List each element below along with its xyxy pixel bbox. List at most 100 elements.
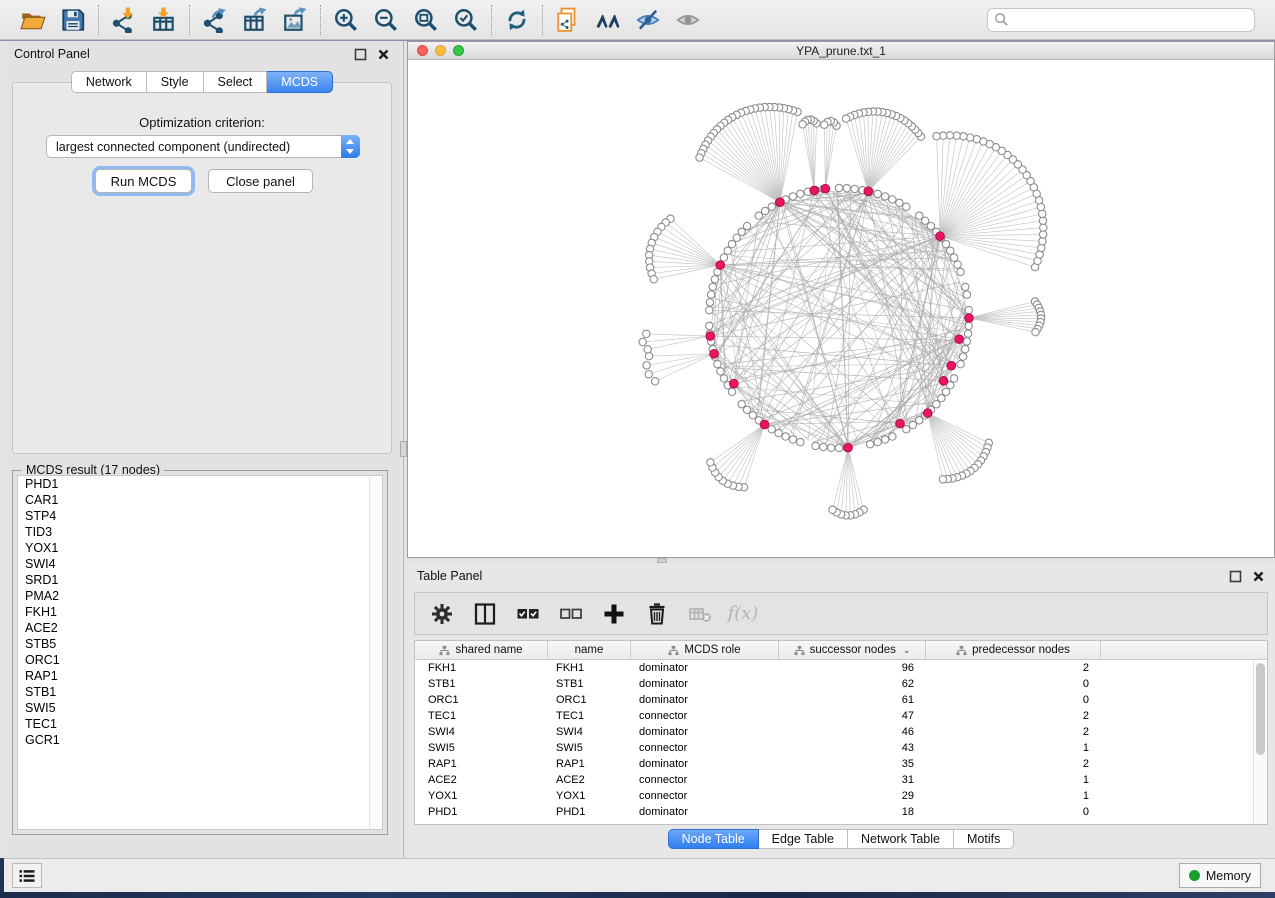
mcds-result-item[interactable]: GCR1 bbox=[18, 732, 382, 748]
mcds-hub-node[interactable] bbox=[864, 187, 873, 196]
ring-node[interactable] bbox=[954, 261, 961, 268]
ring-node[interactable] bbox=[728, 388, 735, 395]
ring-node[interactable] bbox=[964, 330, 971, 337]
mcds-result-item[interactable]: TID3 bbox=[18, 524, 382, 540]
mcds-hub-node[interactable] bbox=[760, 420, 769, 429]
ring-node[interactable] bbox=[717, 368, 724, 375]
ring-node[interactable] bbox=[957, 268, 964, 275]
ring-node[interactable] bbox=[797, 438, 804, 445]
leaf-node[interactable] bbox=[1039, 231, 1046, 238]
ring-node[interactable] bbox=[874, 438, 881, 445]
ring-node[interactable] bbox=[768, 426, 775, 433]
ring-node[interactable] bbox=[915, 417, 922, 424]
leaf-node[interactable] bbox=[829, 506, 836, 513]
ring-node[interactable] bbox=[950, 254, 957, 261]
mcds-result-item[interactable]: ORC1 bbox=[18, 652, 382, 668]
mcds-hub-node[interactable] bbox=[965, 314, 974, 323]
mcds-hub-node[interactable] bbox=[896, 419, 905, 428]
ring-node[interactable] bbox=[881, 193, 888, 200]
ring-node[interactable] bbox=[881, 436, 888, 443]
leaf-node[interactable] bbox=[1038, 210, 1045, 217]
leaf-node[interactable] bbox=[639, 338, 646, 345]
column-header-name[interactable]: name bbox=[548, 641, 631, 659]
mcds-hub-node[interactable] bbox=[955, 335, 964, 344]
ring-node[interactable] bbox=[965, 322, 972, 329]
optimization-criterion-select[interactable]: largest connected component (undirected) bbox=[46, 135, 360, 158]
mcds-result-item[interactable]: SWI5 bbox=[18, 700, 382, 716]
leaf-node[interactable] bbox=[644, 346, 651, 353]
column-header-successor-nodes[interactable]: successor nodes⌄ bbox=[779, 641, 926, 659]
close-panel-button[interactable]: Close panel bbox=[208, 169, 313, 193]
table-row[interactable]: SWI4SWI4dominator462 bbox=[415, 724, 1267, 740]
ring-node[interactable] bbox=[947, 247, 954, 254]
ring-node[interactable] bbox=[827, 444, 834, 451]
mcds-hub-node[interactable] bbox=[844, 443, 853, 452]
mcds-result-item[interactable]: TEC1 bbox=[18, 716, 382, 732]
mcds-result-item[interactable]: RAP1 bbox=[18, 668, 382, 684]
mcds-result-item[interactable]: PHD1 bbox=[18, 476, 382, 492]
mcds-hub-node[interactable] bbox=[776, 198, 785, 207]
leaf-node[interactable] bbox=[696, 154, 703, 161]
mcds-result-item[interactable]: FKH1 bbox=[18, 604, 382, 620]
unselect-all-button[interactable] bbox=[558, 601, 584, 627]
mcds-result-item[interactable]: STB1 bbox=[18, 684, 382, 700]
leaf-node[interactable] bbox=[842, 115, 849, 122]
leaf-node[interactable] bbox=[799, 121, 806, 128]
close-panel-icon[interactable] bbox=[377, 48, 390, 61]
memory-button[interactable]: Memory bbox=[1179, 863, 1261, 888]
leaf-node[interactable] bbox=[821, 121, 828, 128]
leaf-node[interactable] bbox=[643, 330, 650, 337]
ring-node[interactable] bbox=[889, 433, 896, 440]
mcds-result-item[interactable]: PMA2 bbox=[18, 588, 382, 604]
column-header-shared-name[interactable]: shared name bbox=[415, 641, 548, 659]
column-header-predecessor-nodes[interactable]: predecessor nodes bbox=[926, 641, 1101, 659]
scrollbar-thumb[interactable] bbox=[1256, 663, 1265, 755]
ring-node[interactable] bbox=[962, 345, 969, 352]
open-session-button[interactable] bbox=[18, 5, 48, 35]
leaf-node[interactable] bbox=[1032, 328, 1039, 335]
table-row[interactable]: FKH1FKH1dominator962 bbox=[415, 660, 1267, 676]
add-button[interactable] bbox=[601, 601, 627, 627]
export-table-button[interactable] bbox=[240, 5, 270, 35]
tab-edge-table[interactable]: Edge Table bbox=[759, 829, 848, 849]
settings-button[interactable] bbox=[429, 601, 455, 627]
mcds-hub-node[interactable] bbox=[706, 332, 715, 341]
ring-node[interactable] bbox=[820, 443, 827, 450]
ring-node[interactable] bbox=[851, 185, 858, 192]
mcds-hub-node[interactable] bbox=[716, 261, 725, 270]
zoom-fit-button[interactable] bbox=[411, 5, 441, 35]
ring-node[interactable] bbox=[768, 203, 775, 210]
result-scrollbar[interactable] bbox=[369, 477, 381, 830]
import-network-button[interactable] bbox=[109, 5, 139, 35]
table-row[interactable]: STB1STB1dominator620 bbox=[415, 676, 1267, 692]
tab-style[interactable]: Style bbox=[147, 71, 204, 93]
column-browse-button[interactable] bbox=[472, 601, 498, 627]
ring-node[interactable] bbox=[835, 444, 842, 451]
mcds-hub-node[interactable] bbox=[923, 409, 932, 418]
ring-node[interactable] bbox=[903, 203, 910, 210]
show-graphics-button[interactable] bbox=[673, 5, 703, 35]
ring-node[interactable] bbox=[835, 184, 842, 191]
mcds-hub-node[interactable] bbox=[947, 361, 956, 370]
close-panel-icon[interactable] bbox=[1252, 570, 1265, 583]
select-all-button[interactable] bbox=[515, 601, 541, 627]
tab-motifs[interactable]: Motifs bbox=[954, 829, 1014, 849]
run-mcds-button[interactable]: Run MCDS bbox=[95, 169, 192, 193]
tab-node-table[interactable]: Node Table bbox=[668, 829, 759, 849]
ring-node[interactable] bbox=[789, 193, 796, 200]
mcds-hub-node[interactable] bbox=[821, 184, 830, 193]
table-row[interactable]: TEC1TEC1connector472 bbox=[415, 708, 1267, 724]
ring-node[interactable] bbox=[706, 299, 713, 306]
ring-node[interactable] bbox=[714, 360, 721, 367]
table-row[interactable]: YOX1YOX1connector291 bbox=[415, 788, 1267, 804]
ring-node[interactable] bbox=[909, 421, 916, 428]
ring-node[interactable] bbox=[789, 436, 796, 443]
leaf-node[interactable] bbox=[707, 459, 714, 466]
hide-graphics-button[interactable] bbox=[633, 5, 663, 35]
zoom-selected-button[interactable] bbox=[451, 5, 481, 35]
mcds-result-item[interactable]: ACE2 bbox=[18, 620, 382, 636]
save-session-button[interactable] bbox=[58, 5, 88, 35]
ring-node[interactable] bbox=[942, 388, 949, 395]
mcds-result-item[interactable]: YOX1 bbox=[18, 540, 382, 556]
table-scrollbar[interactable] bbox=[1253, 661, 1266, 824]
